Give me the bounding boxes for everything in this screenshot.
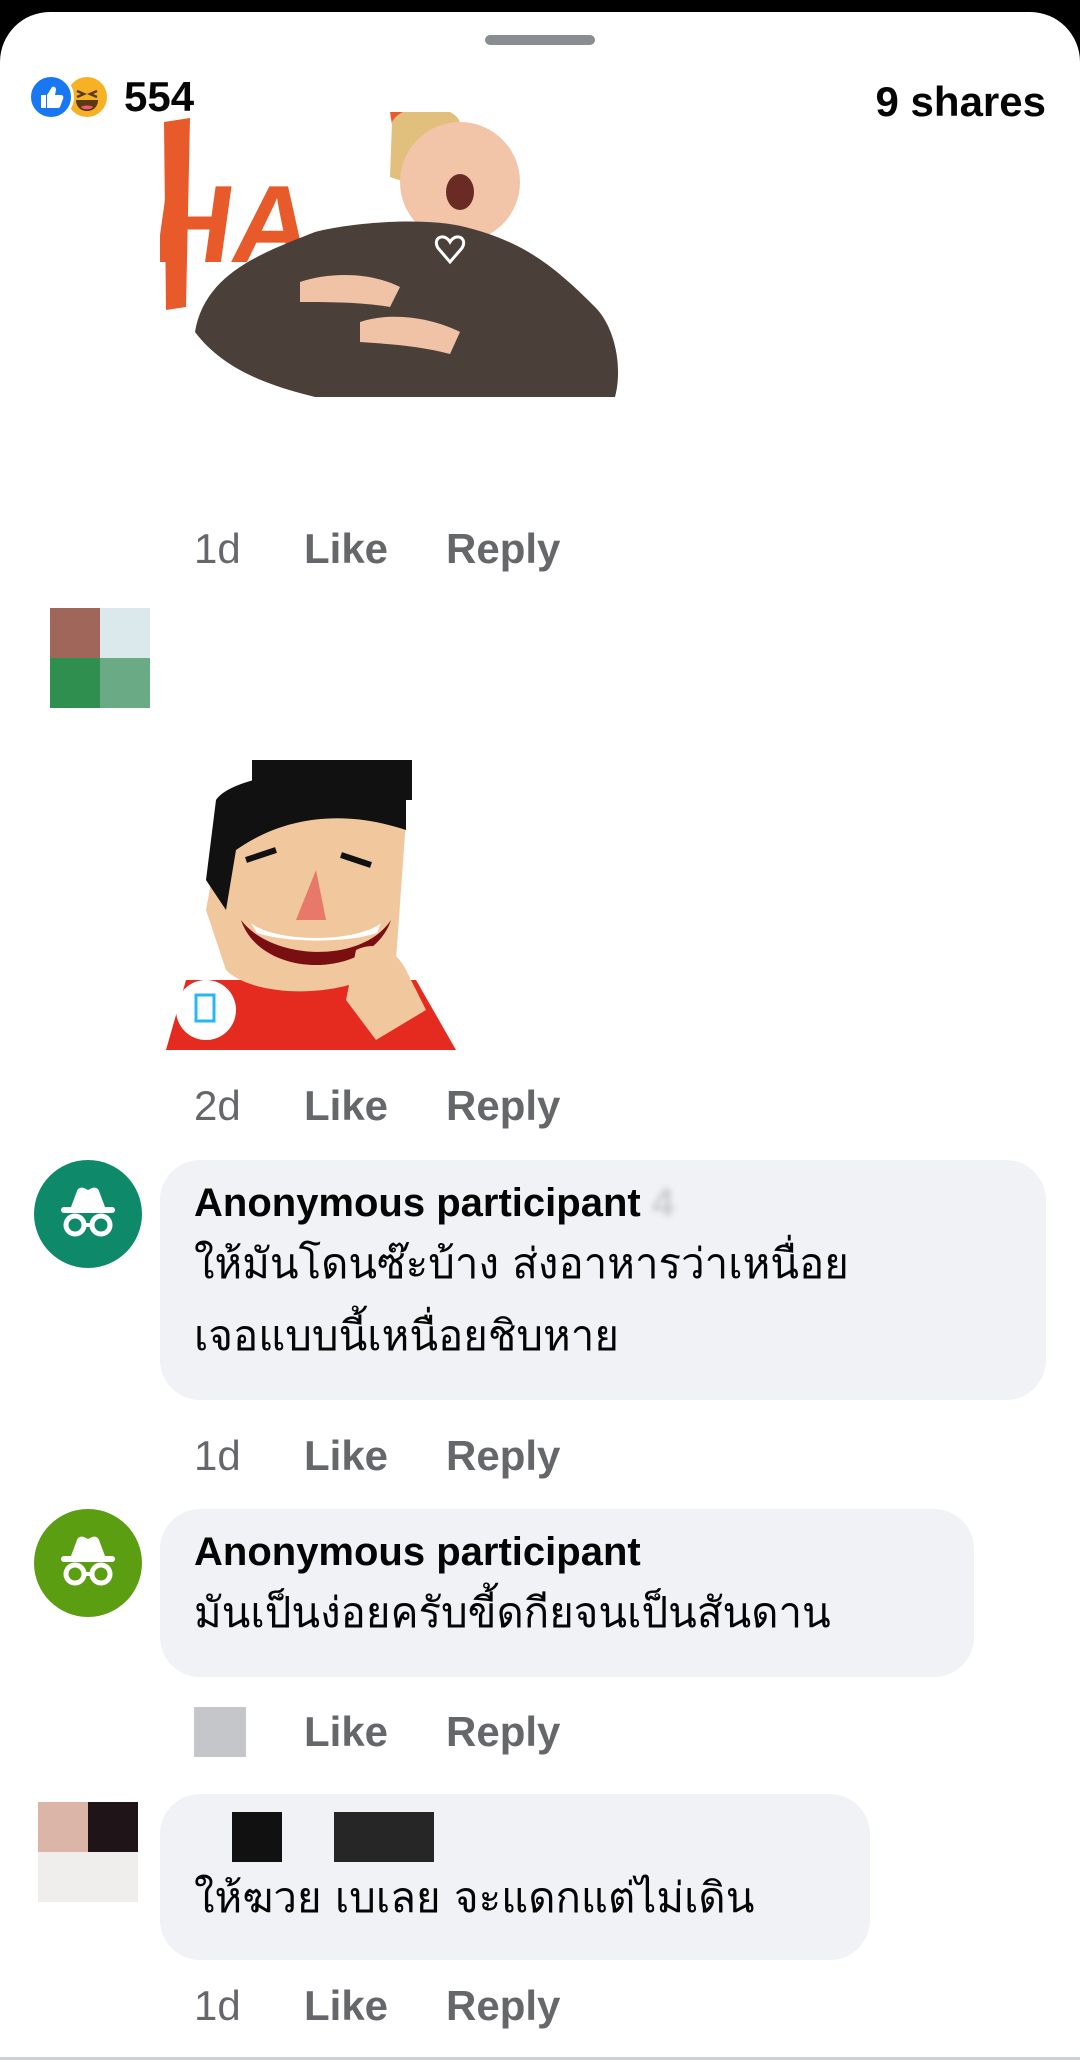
like-button[interactable]: Like [304,1082,388,1130]
shares-count[interactable]: 9 shares [876,78,1046,126]
comment-text: เจอแบบนี้เหนื่อยชิบหาย [194,1311,619,1360]
laughing-woman-sticker[interactable]: HA [146,107,656,402]
reply-button[interactable]: Reply [446,1082,560,1130]
reply-button[interactable]: Reply [446,1432,560,1480]
incognito-icon [61,1187,115,1237]
reply-button[interactable]: Reply [446,525,560,573]
comment-text: ให้ฆวย เบเลย จะแดกแต่ไม่เดิน [194,1873,755,1922]
comment-time: 2d [194,1082,241,1129]
comment-time: 1d [194,1982,241,2029]
comment-actions: Like Reply [194,1707,618,1757]
comment-text: ให้มันโดนซ๊ะบ้าง ส่งอาหารว่าเหนื่อย [194,1239,849,1288]
like-button[interactable]: Like [304,525,388,573]
comment-actions: 1d Like Reply [194,1982,618,2030]
comment-time: 1d [194,525,241,572]
comment-text: มันเป็นง่อยครับขี้ดกียจนเป็นสันดาน [194,1588,831,1637]
comment-author[interactable]: Anonymous participant [194,1527,940,1577]
reply-button[interactable]: Reply [446,1708,560,1756]
like-button[interactable]: Like [304,1982,388,2030]
avatar[interactable] [38,1802,138,1902]
comments-sheet: 554 9 shares HA 1d Like Reply 2d Like Re… [0,12,1080,2060]
comment-time: 1d [194,1432,241,1479]
comment-author-redacted[interactable] [194,1812,836,1862]
comment-bubble[interactable]: Anonymous participant มันเป็นง่อยครับขี้… [160,1509,974,1677]
like-button[interactable]: Like [304,1708,388,1756]
comment-bubble[interactable]: Anonymous participant 4 ให้มันโดนซ๊ะบ้าง… [160,1160,1046,1400]
comment-actions: 2d Like Reply [194,1082,618,1130]
like-icon [28,74,74,120]
comment-actions: 1d Like Reply [194,524,618,574]
like-button[interactable]: Like [304,1432,388,1480]
anonymous-avatar[interactable] [34,1509,142,1617]
anonymous-avatar[interactable] [34,1160,142,1268]
comment-author[interactable]: Anonymous participant 4 [194,1178,1012,1228]
comment-bubble[interactable]: ให้ฆวย เบเลย จะแดกแต่ไม่เดิน [160,1794,870,1960]
laughing-man-sticker[interactable] [166,760,456,1050]
avatar[interactable] [50,608,150,708]
reply-button[interactable]: Reply [446,1982,560,2030]
redacted-time [194,1707,246,1757]
sheet-grab-handle[interactable] [485,35,595,45]
incognito-icon [61,1536,115,1586]
comment-actions: 1d Like Reply [194,1432,618,1480]
